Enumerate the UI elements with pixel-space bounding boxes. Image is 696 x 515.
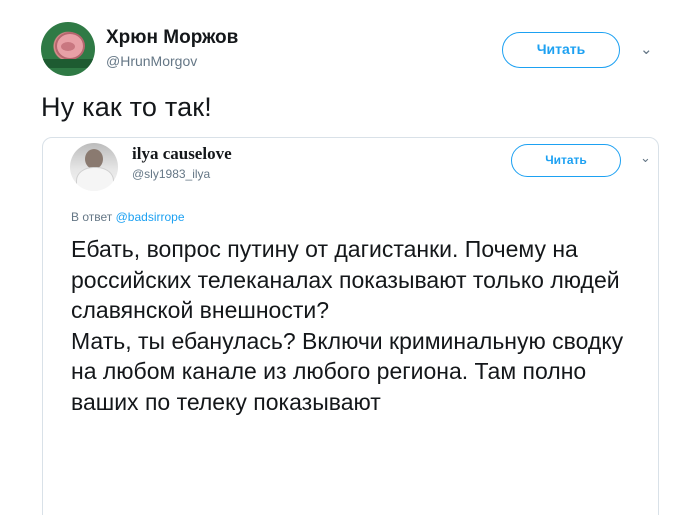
quoted-paragraph: Ебать, вопрос путину от дагистанки. Поче… xyxy=(71,236,620,323)
quoted-paragraph: Мать, ты ебанулась? Включи криминальную … xyxy=(71,327,624,415)
chevron-down-icon[interactable]: ⌄ xyxy=(640,40,653,58)
quoted-author-name[interactable]: ilya causelove xyxy=(132,144,232,164)
person-body-icon xyxy=(76,167,114,191)
avatar[interactable] xyxy=(41,22,95,76)
author-handle[interactable]: @HrunMorgov xyxy=(106,53,197,69)
avatar-stripe xyxy=(41,59,95,68)
quoted-avatar[interactable] xyxy=(70,143,118,191)
quoted-author-handle[interactable]: @sly1983_ilya xyxy=(132,167,210,181)
author-name[interactable]: Хрюн Моржов xyxy=(106,27,238,49)
follow-button[interactable]: Читать xyxy=(502,32,620,68)
pig-snout-icon xyxy=(61,42,75,51)
chevron-down-icon[interactable]: ⌄ xyxy=(640,151,651,166)
person-head-icon xyxy=(85,149,103,169)
quoted-follow-button[interactable]: Читать xyxy=(511,144,621,177)
reply-prefix: В ответ xyxy=(71,210,113,224)
quoted-tweet-text: Ебать, вопрос путину от дагистанки. Поче… xyxy=(71,234,646,417)
tweet-screen: Хрюн Моржов @HrunMorgov Читать ⌄ Ну как … xyxy=(0,0,696,515)
quoted-tweet-card[interactable]: ilya causelove @sly1983_ilya Читать ⌄ В … xyxy=(42,137,659,515)
reply-mention-link[interactable]: @badsirrope xyxy=(116,210,185,224)
reply-context: В ответ @badsirrope xyxy=(71,210,185,224)
tweet-text: Ну как то так! xyxy=(41,92,213,122)
